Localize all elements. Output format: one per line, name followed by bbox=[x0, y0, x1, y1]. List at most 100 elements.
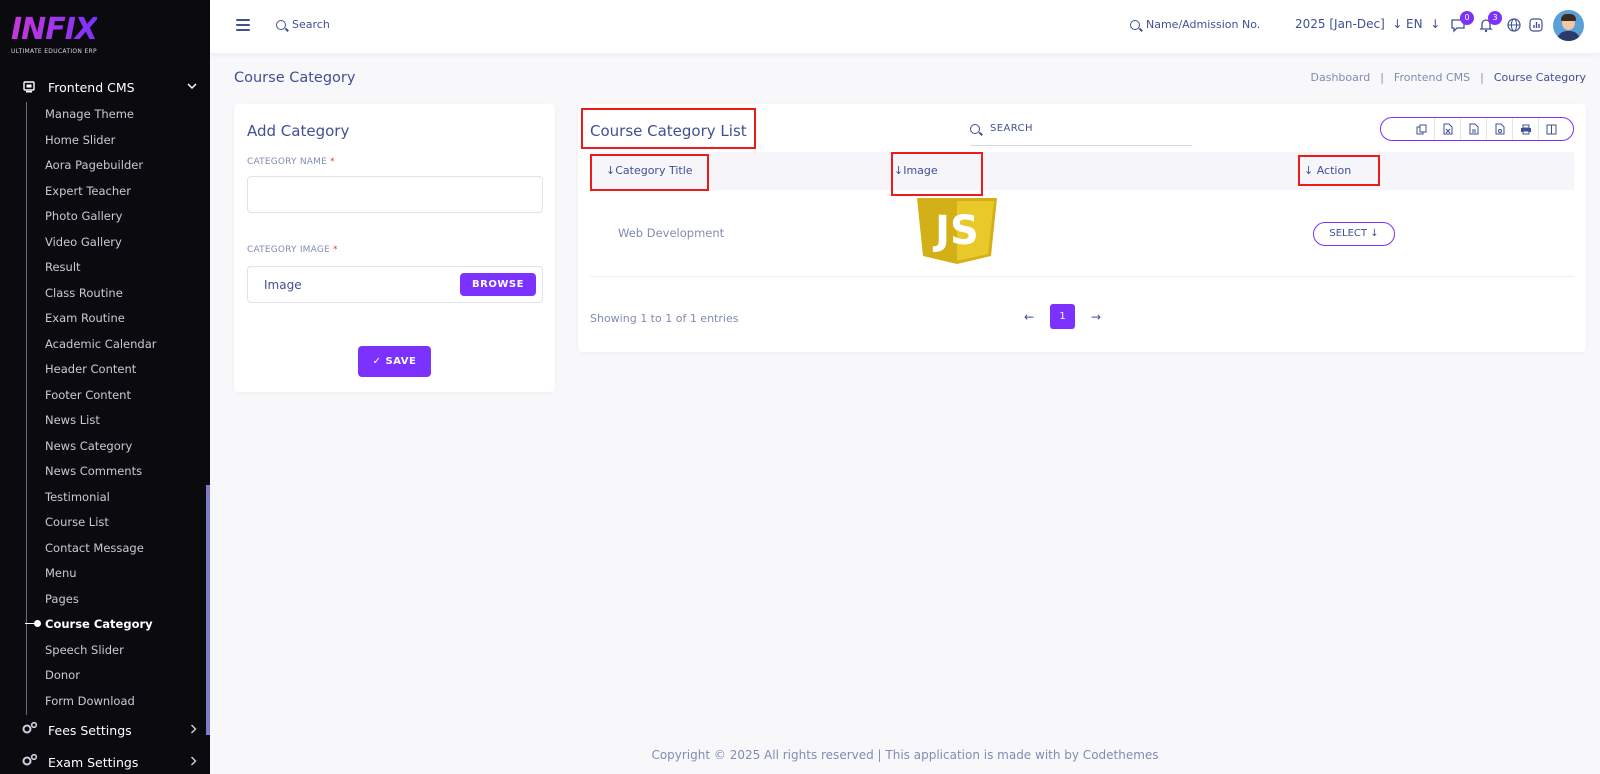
table-header: ↓Category Title ↓Image ↓ Action bbox=[590, 152, 1574, 190]
breadcrumb-frontend-cms[interactable]: Frontend CMS bbox=[1394, 71, 1470, 84]
previous-page-icon[interactable]: ← bbox=[1018, 310, 1040, 324]
copy-icon[interactable] bbox=[1408, 118, 1434, 140]
category-title-cell: Web Development bbox=[618, 226, 725, 240]
sidebar-item-news-comments[interactable]: News Comments bbox=[45, 463, 157, 489]
table-search-input[interactable]: SEARCH bbox=[970, 112, 1192, 146]
sidebar-item-donor[interactable]: Donor bbox=[45, 667, 157, 693]
category-name-label: CATEGORY NAME * bbox=[247, 157, 335, 167]
highlight-box bbox=[581, 108, 756, 149]
sidebar-section-exam-settings[interactable]: Exam Settings bbox=[22, 751, 197, 773]
arrow-down-icon: ↓ bbox=[1388, 17, 1403, 31]
admission-search-label: Name/Admission No. bbox=[1146, 18, 1261, 31]
app-logo[interactable]: INFIX ULTIMATE EDUCATION ERP bbox=[11, 12, 98, 56]
page-number-current[interactable]: 1 bbox=[1050, 304, 1075, 329]
breadcrumb-separator: | bbox=[1480, 71, 1484, 84]
sidebar-section-fees-settings[interactable]: Fees Settings bbox=[22, 719, 197, 741]
save-button[interactable]: ✓ SAVE bbox=[358, 346, 431, 377]
sidebar-item-manage-theme[interactable]: Manage Theme bbox=[45, 106, 157, 132]
reports-button[interactable] bbox=[1528, 17, 1544, 33]
sidebar-item-menu[interactable]: Menu bbox=[45, 565, 157, 591]
entries-info: Showing 1 to 1 of 1 entries bbox=[590, 312, 739, 325]
avatar-body bbox=[1557, 31, 1580, 41]
academic-year-select[interactable]: 2025 [Jan-Dec] ↓ bbox=[1295, 17, 1402, 31]
sidebar-item-speech-slider[interactable]: Speech Slider bbox=[45, 642, 157, 668]
sidebar-item-academic-calendar[interactable]: Academic Calendar bbox=[45, 336, 157, 362]
sidebar-item-result[interactable]: Result bbox=[45, 259, 157, 285]
chevron-down-icon bbox=[187, 82, 197, 93]
sidebar-item-course-category[interactable]: Course Category bbox=[25, 616, 157, 642]
columns-icon[interactable] bbox=[1538, 118, 1564, 140]
sidebar-item-expert-teacher[interactable]: Expert Teacher bbox=[45, 183, 157, 209]
js-logo-text: JS bbox=[932, 208, 979, 254]
pdf-icon[interactable] bbox=[1486, 118, 1512, 140]
save-button-label: SAVE bbox=[385, 356, 417, 367]
print-icon[interactable] bbox=[1512, 118, 1538, 140]
sidebar-item-header-content[interactable]: Header Content bbox=[45, 361, 157, 387]
top-bar: Search Name/Admission No. 2025 [Jan-Dec]… bbox=[210, 0, 1600, 53]
breadcrumb-dashboard[interactable]: Dashboard bbox=[1311, 71, 1371, 84]
table-row: Web Development JS SELECT ↓ bbox=[590, 190, 1574, 277]
category-list-card: Course Category List SEARCH ↓Category Ti… bbox=[578, 104, 1586, 352]
browse-button[interactable]: BROWSE bbox=[460, 273, 536, 296]
sidebar-scrollbar[interactable] bbox=[206, 485, 210, 735]
logo-wordmark: INFIX bbox=[11, 12, 98, 47]
messages-button[interactable]: 0 bbox=[1450, 11, 1474, 33]
category-image-input[interactable]: Image BROWSE bbox=[247, 266, 543, 303]
sidebar-section-label: Frontend CMS bbox=[48, 79, 135, 95]
menu-toggle-icon[interactable] bbox=[236, 19, 250, 31]
add-category-title: Add Category bbox=[247, 122, 350, 140]
sidebar-section-label: Fees Settings bbox=[48, 722, 132, 738]
category-name-input[interactable] bbox=[247, 176, 543, 213]
sidebar-item-footer-content[interactable]: Footer Content bbox=[45, 387, 157, 413]
sidebar-item-testimonial[interactable]: Testimonial bbox=[45, 489, 157, 515]
highlight-box bbox=[1298, 155, 1380, 186]
pagination: ← 1 → bbox=[1018, 304, 1107, 329]
page-footer: Copyright © 2025 All rights reserved | T… bbox=[651, 748, 1159, 762]
sidebar-section-frontend-cms[interactable]: Frontend CMS bbox=[22, 76, 197, 98]
gears-icon bbox=[22, 721, 38, 739]
chart-icon bbox=[1528, 18, 1544, 37]
sidebar-item-video-gallery[interactable]: Video Gallery bbox=[45, 234, 157, 260]
sidebar-item-class-routine[interactable]: Class Routine bbox=[45, 285, 157, 311]
sidebar-item-news-list[interactable]: News List bbox=[45, 412, 157, 438]
add-category-card: Add Category CATEGORY NAME * CATEGORY IM… bbox=[234, 104, 555, 392]
sidebar-item-exam-routine[interactable]: Exam Routine bbox=[45, 310, 157, 336]
highlight-box bbox=[590, 154, 709, 191]
language-select[interactable]: EN ↓ bbox=[1406, 17, 1440, 31]
gears-icon bbox=[22, 753, 38, 771]
page-title: Course Category bbox=[234, 70, 356, 86]
user-avatar[interactable] bbox=[1553, 10, 1584, 41]
avatar-hair bbox=[1561, 14, 1576, 21]
csv-icon[interactable] bbox=[1460, 118, 1486, 140]
select-action-label: SELECT bbox=[1329, 228, 1368, 239]
breadcrumb-separator: | bbox=[1380, 71, 1384, 84]
sidebar-item-aora-pagebuilder[interactable]: Aora Pagebuilder bbox=[45, 157, 157, 183]
excel-icon[interactable] bbox=[1434, 118, 1460, 140]
search-icon bbox=[970, 123, 980, 134]
arrow-down-icon: ↓ bbox=[1426, 17, 1441, 31]
messages-badge: 0 bbox=[1460, 11, 1474, 25]
category-image: JS bbox=[917, 198, 997, 264]
sidebar-item-pages[interactable]: Pages bbox=[45, 591, 157, 617]
sidebar-item-photo-gallery[interactable]: Photo Gallery bbox=[45, 208, 157, 234]
global-search-label: Search bbox=[292, 18, 330, 31]
chevron-right-icon bbox=[190, 723, 197, 737]
notifications-badge: 3 bbox=[1488, 11, 1502, 25]
academic-year-value: 2025 [Jan-Dec] bbox=[1295, 17, 1385, 31]
sidebar-item-form-download[interactable]: Form Download bbox=[45, 693, 157, 719]
sidebar-item-contact-message[interactable]: Contact Message bbox=[45, 540, 157, 566]
website-button[interactable] bbox=[1506, 17, 1522, 33]
notifications-button[interactable]: 3 bbox=[1478, 11, 1502, 33]
admission-search[interactable]: Name/Admission No. bbox=[1130, 18, 1260, 31]
globe-icon bbox=[1506, 18, 1522, 37]
next-page-icon[interactable]: → bbox=[1085, 310, 1107, 324]
logo-subtitle: ULTIMATE EDUCATION ERP bbox=[11, 48, 97, 55]
global-search[interactable]: Search bbox=[276, 18, 330, 31]
sidebar-item-home-slider[interactable]: Home Slider bbox=[45, 132, 157, 158]
sidebar-item-course-list[interactable]: Course List bbox=[45, 514, 157, 540]
check-icon: ✓ bbox=[372, 356, 386, 367]
sidebar-item-news-category[interactable]: News Category bbox=[45, 438, 157, 464]
select-action-button[interactable]: SELECT ↓ bbox=[1313, 222, 1395, 246]
cms-icon bbox=[22, 80, 36, 94]
sidebar-submenu: Manage Theme Home Slider Aora Pagebuilde… bbox=[25, 106, 157, 719]
